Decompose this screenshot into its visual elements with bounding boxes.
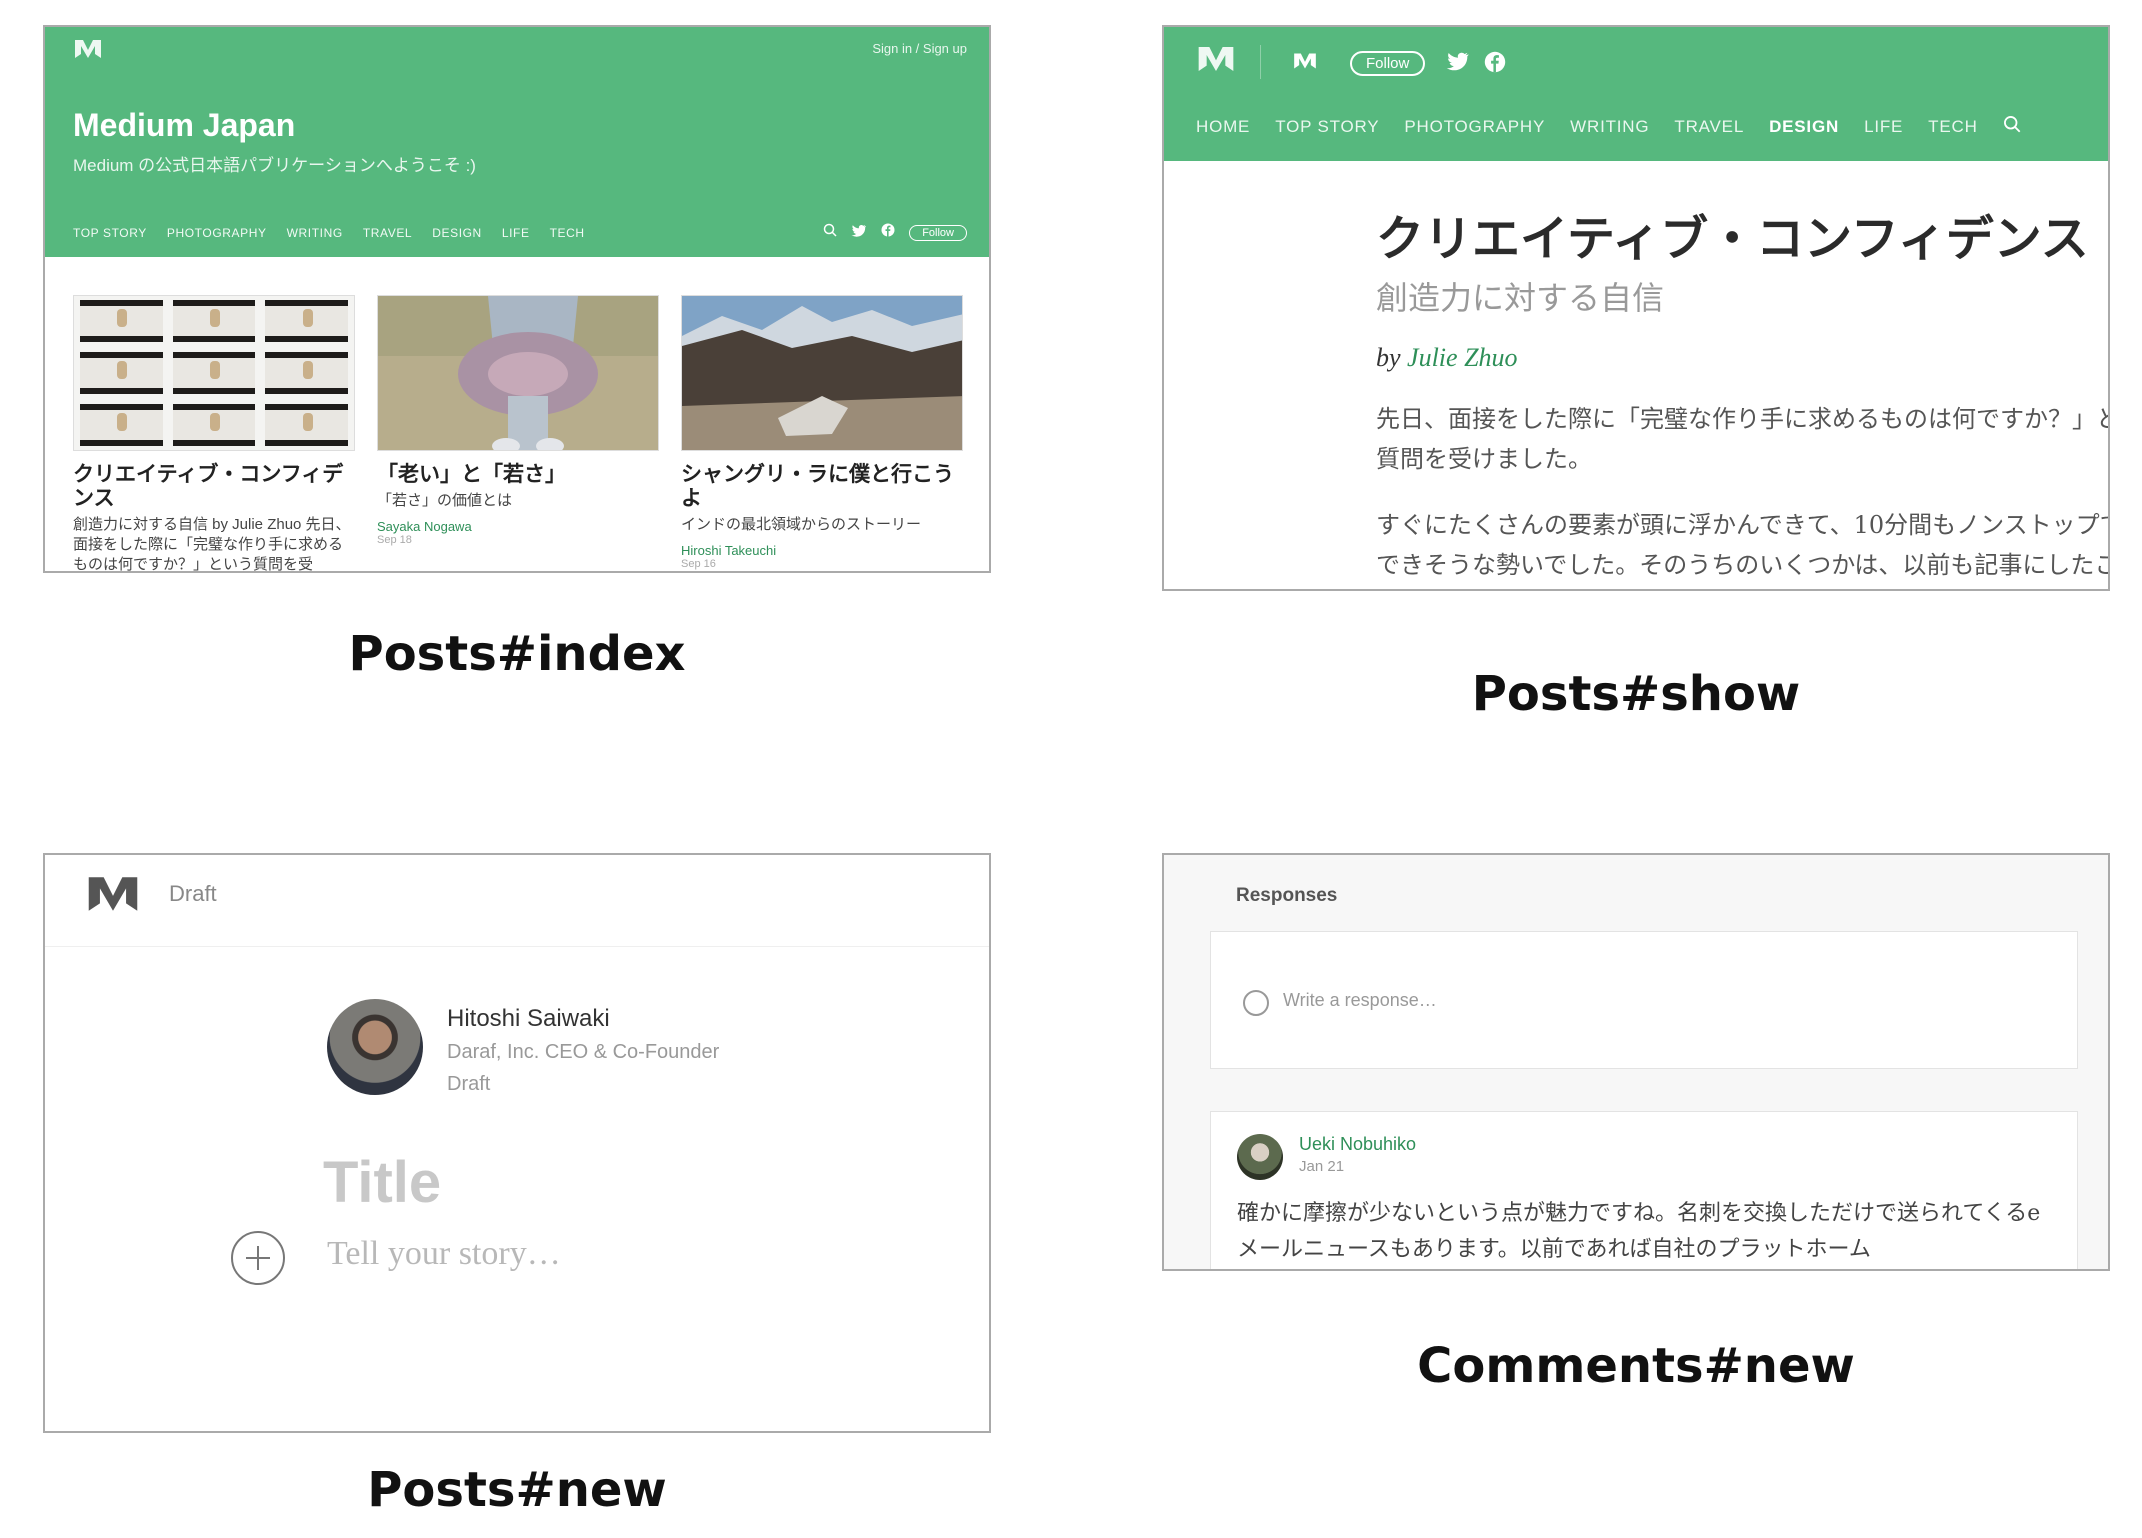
nav-item-writing[interactable]: WRITING bbox=[1570, 117, 1649, 137]
post-card[interactable]: シャングリ・ラに僕と行こうよ インドの最北領域からのストーリー Hiroshi … bbox=[681, 295, 963, 570]
author-link[interactable]: Julie Zhuo bbox=[1407, 343, 1518, 372]
nav-item-design[interactable]: DESIGN bbox=[432, 226, 482, 240]
draft-label: Draft bbox=[169, 881, 217, 906]
comment-bubble-icon bbox=[1243, 990, 1269, 1016]
caption-posts-index: Posts#index bbox=[348, 626, 686, 682]
post-date: Sep 18 bbox=[377, 534, 412, 546]
post-card[interactable]: クリエイティブ・コンフィデンス 創造力に対する自信 by Julie Zhuo … bbox=[73, 295, 355, 573]
article-paragraph: 先日、面接をした際に「完璧な作り手に求めるものは何ですか？」という 質問を受けま… bbox=[1376, 399, 2110, 479]
add-media-button[interactable] bbox=[231, 1231, 285, 1285]
author-bio: Daraf, Inc. CEO & Co-Founder bbox=[447, 1041, 720, 1063]
comment-date: Jan 21 bbox=[1299, 1158, 1345, 1175]
publication-name: Medium Japan bbox=[73, 107, 296, 143]
nav-item-design[interactable]: DESIGN bbox=[1769, 117, 1839, 137]
caption-posts-new: Posts#new bbox=[367, 1462, 667, 1518]
caption-comments-new: Comments#new bbox=[1417, 1338, 1855, 1394]
post-date: Sep 16 bbox=[681, 558, 716, 570]
comment-text: 確かに摩擦が少ないという点が魅力ですね。名刺を交換しただけで送られてくるeメール… bbox=[1237, 1201, 2041, 1262]
article: クリエイティブ・コンフィデンス 創造力に対する自信 by Julie Zhuo … bbox=[1376, 199, 2110, 585]
post-excerpt: 創造力に対する自信 by Julie Zhuo 先日、面接をした際に「完璧な作り… bbox=[73, 516, 351, 573]
comments-new-screenshot: Responses Write a response… Ueki Nobuhik… bbox=[1162, 853, 2110, 1271]
medium-logo-icon[interactable] bbox=[73, 37, 103, 61]
medium-logo-icon[interactable] bbox=[1196, 43, 1236, 75]
posts-show-screenshot: Follow HOME TOP STORY PHOTOGRAPHY WRITIN… bbox=[1162, 25, 2110, 591]
story-input[interactable]: Tell your story… bbox=[327, 1235, 561, 1273]
response-placeholder[interactable]: Write a response… bbox=[1283, 990, 1437, 1011]
article-byline: by Julie Zhuo bbox=[1376, 343, 2108, 373]
nav-item-tech[interactable]: TECH bbox=[1928, 117, 1977, 137]
responses-heading: Responses bbox=[1236, 885, 1338, 906]
nav-item-photography[interactable]: PHOTOGRAPHY bbox=[1404, 117, 1545, 137]
nav-item-photography[interactable]: PHOTOGRAPHY bbox=[167, 226, 267, 240]
site-nav: HOME TOP STORY PHOTOGRAPHY WRITING TRAVE… bbox=[1196, 115, 2021, 138]
nav-item-home[interactable]: HOME bbox=[1196, 117, 1250, 137]
twitter-icon[interactable] bbox=[851, 224, 867, 242]
twitter-icon[interactable] bbox=[1446, 51, 1470, 78]
avatar bbox=[327, 999, 423, 1095]
follow-button[interactable]: Follow bbox=[909, 224, 967, 241]
site-header: Follow HOME TOP STORY PHOTOGRAPHY WRITIN… bbox=[1164, 27, 2108, 161]
post-author[interactable]: Hiroshi Takeuchi bbox=[681, 543, 963, 558]
avatar[interactable] bbox=[1237, 1134, 1283, 1180]
publication-logo-icon[interactable] bbox=[1292, 51, 1318, 71]
post-thumbnail[interactable] bbox=[73, 295, 355, 451]
byline-prefix: by bbox=[1376, 343, 1401, 372]
header-divider bbox=[1260, 45, 1261, 79]
search-icon[interactable] bbox=[823, 223, 837, 242]
article-title: クリエイティブ・コンフィデンス bbox=[1376, 213, 2089, 266]
article-subtitle: 創造力に対する自信 bbox=[1376, 280, 1665, 316]
paragraph-line: 先日、面接をした際に「完璧な作り手に求めるものは何ですか？」という bbox=[1376, 405, 2110, 433]
nav-item-tech[interactable]: TECH bbox=[550, 226, 585, 240]
social-links bbox=[1446, 51, 1506, 78]
post-title[interactable]: シャングリ・ラに僕と行こうよ bbox=[681, 463, 963, 511]
response-input[interactable]: Write a response… bbox=[1210, 931, 2078, 1069]
nav-item-life[interactable]: LIFE bbox=[502, 226, 530, 240]
caption-posts-show: Posts#show bbox=[1471, 666, 1801, 722]
post-title[interactable]: クリエイティブ・コンフィデンス bbox=[73, 463, 355, 511]
nav-item-travel[interactable]: TRAVEL bbox=[1674, 117, 1744, 137]
post-title[interactable]: 「老い」と「若さ」 bbox=[377, 463, 659, 487]
follow-button[interactable]: Follow bbox=[1350, 51, 1426, 76]
post-thumbnail[interactable] bbox=[681, 295, 963, 451]
response-card: Ueki Nobuhiko Jan 21 確かに摩擦が少ないという点が魅力ですね… bbox=[1210, 1111, 2078, 1269]
article-paragraph: すぐにたくさんの要素が頭に浮かんできて、10分間もノンストップで話 できそうな勢… bbox=[1376, 505, 2110, 585]
facebook-icon[interactable] bbox=[881, 223, 895, 242]
post-status: Draft bbox=[447, 1073, 491, 1095]
post-card[interactable]: 「老い」と「若さ」 「若さ」の価値とは Sayaka Nogawa Sep 18 bbox=[377, 295, 659, 546]
facebook-icon[interactable] bbox=[1484, 51, 1506, 78]
nav-actions: Follow bbox=[823, 223, 967, 242]
signin-link[interactable]: Sign in / Sign up bbox=[872, 41, 967, 56]
paragraph-line: できそうな勢いでした。そのうちのいくつかは、以前も記事にしたこと bbox=[1376, 551, 2110, 579]
publication-nav: TOP STORY PHOTOGRAPHY WRITING TRAVEL DES… bbox=[73, 226, 585, 240]
post-excerpt: 「若さ」の価値とは bbox=[377, 492, 513, 509]
posts-new-screenshot: Draft Hitoshi Saiwaki Daraf, Inc. CEO & … bbox=[43, 853, 991, 1433]
nav-item-life[interactable]: LIFE bbox=[1864, 117, 1903, 137]
nav-item-travel[interactable]: TRAVEL bbox=[363, 226, 412, 240]
post-excerpt: インドの最北領域からのストーリー bbox=[681, 516, 922, 533]
post-thumbnail[interactable] bbox=[377, 295, 659, 451]
medium-logo-icon[interactable] bbox=[85, 871, 141, 917]
nav-item-writing[interactable]: WRITING bbox=[287, 226, 343, 240]
post-author[interactable]: Sayaka Nogawa bbox=[377, 519, 659, 534]
posts-index-screenshot: Sign in / Sign up Medium Japan Medium の公… bbox=[43, 25, 991, 573]
paragraph-line: 質問を受けました。 bbox=[1376, 445, 1592, 473]
title-input[interactable]: Title bbox=[323, 1149, 441, 1216]
commenter-name[interactable]: Ueki Nobuhiko bbox=[1299, 1134, 1416, 1155]
paragraph-line: すぐにたくさんの要素が頭に浮かんできて、10分間もノンストップで話 bbox=[1376, 511, 2110, 539]
nav-item-top-story[interactable]: TOP STORY bbox=[73, 226, 147, 240]
publication-description: Medium の公式日本語パブリケーションへようこそ :) bbox=[73, 156, 476, 175]
nav-item-top-story[interactable]: TOP STORY bbox=[1275, 117, 1379, 137]
author-name: Hitoshi Saiwaki bbox=[447, 1005, 610, 1032]
search-icon[interactable] bbox=[2003, 115, 2021, 138]
editor-header: Draft bbox=[45, 855, 989, 947]
publication-header: Sign in / Sign up Medium Japan Medium の公… bbox=[45, 27, 989, 257]
